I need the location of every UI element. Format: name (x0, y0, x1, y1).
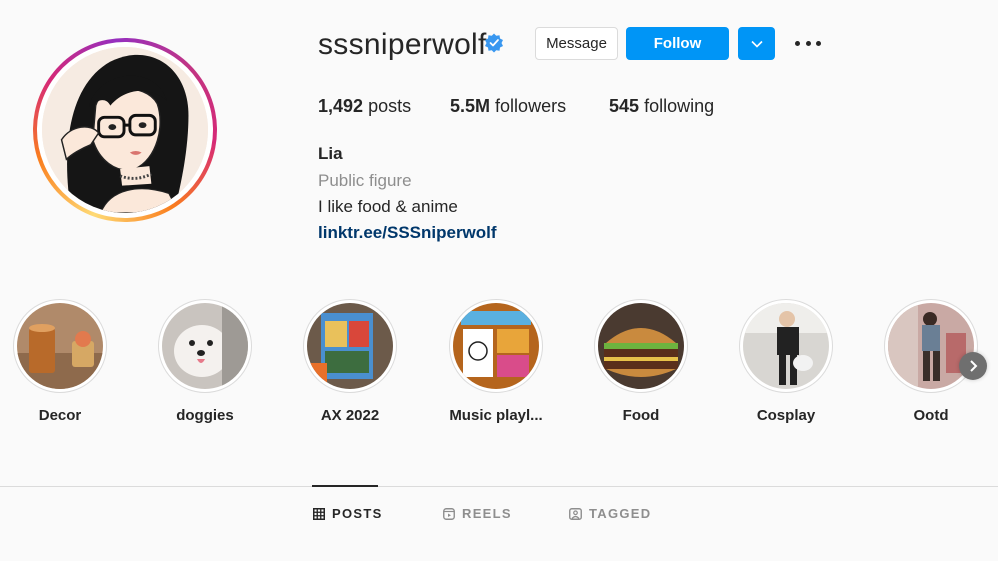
bio-category: Public figure (318, 171, 412, 190)
highlight-cover (594, 299, 688, 393)
highlight-label: Food (622, 407, 660, 424)
tab-reels-label: REELS (462, 506, 512, 521)
profile-avatar[interactable] (33, 38, 217, 222)
following-count[interactable]: 545 following (609, 95, 714, 117)
highlight-decor[interactable]: Decor (0, 299, 120, 426)
reels-icon (443, 507, 455, 520)
suggested-dropdown-button[interactable] (738, 27, 775, 60)
chevron-right-icon (970, 360, 978, 372)
highlight-label: Decor (38, 407, 82, 424)
bio-name: Lia (318, 144, 343, 163)
followers-count-value: 5.5M (450, 96, 491, 116)
posts-count: 1,492 posts (318, 95, 411, 117)
tab-reels[interactable]: REELS (443, 506, 512, 521)
avatar-border (37, 42, 213, 218)
posts-count-value: 1,492 (318, 96, 364, 116)
highlight-cover (739, 299, 833, 393)
bio-text: I like food & anime (318, 197, 458, 216)
highlight-cover (449, 299, 543, 393)
following-count-value: 545 (609, 96, 640, 116)
more-options-icon[interactable] (795, 33, 821, 53)
highlight-label: Ootd (913, 407, 949, 424)
highlight-doggies[interactable]: doggies (145, 299, 265, 426)
highlight-label: doggies (176, 407, 234, 424)
following-count-label: following (644, 96, 715, 116)
highlight-label: Music playl... (449, 407, 543, 424)
highlight-cover (158, 299, 252, 393)
username: sssniperwolf (318, 28, 487, 61)
posts-count-label: posts (368, 96, 412, 116)
chevron-down-icon (750, 40, 763, 48)
bio-link[interactable]: linktr.ee/SSSniperwolf (318, 222, 497, 244)
tabs-divider (0, 486, 998, 487)
highlight-music-playlist[interactable]: Music playl... (436, 299, 556, 426)
followers-count-label: followers (495, 96, 567, 116)
highlight-label: Cosplay (756, 407, 816, 424)
follow-button[interactable]: Follow (626, 27, 729, 60)
active-tab-indicator (312, 485, 378, 487)
highlight-cosplay[interactable]: Cosplay (726, 299, 846, 426)
tab-posts[interactable]: POSTS (313, 506, 383, 521)
followers-count[interactable]: 5.5M followers (450, 95, 566, 117)
tab-tagged[interactable]: TAGGED (569, 506, 651, 521)
highlight-food[interactable]: Food (581, 299, 701, 426)
highlights-next-button[interactable] (959, 352, 987, 380)
highlight-label: AX 2022 (320, 407, 380, 424)
message-button[interactable]: Message (535, 27, 618, 60)
highlight-cover (303, 299, 397, 393)
tagged-icon (569, 507, 582, 520)
tab-posts-label: POSTS (332, 506, 383, 521)
highlight-ax-2022[interactable]: AX 2022 (290, 299, 410, 426)
grid-icon (313, 507, 325, 520)
verified-badge-icon (485, 33, 503, 53)
avatar-image (42, 47, 208, 213)
highlight-cover (884, 299, 978, 393)
tab-tagged-label: TAGGED (589, 506, 652, 521)
highlight-cover (13, 299, 107, 393)
